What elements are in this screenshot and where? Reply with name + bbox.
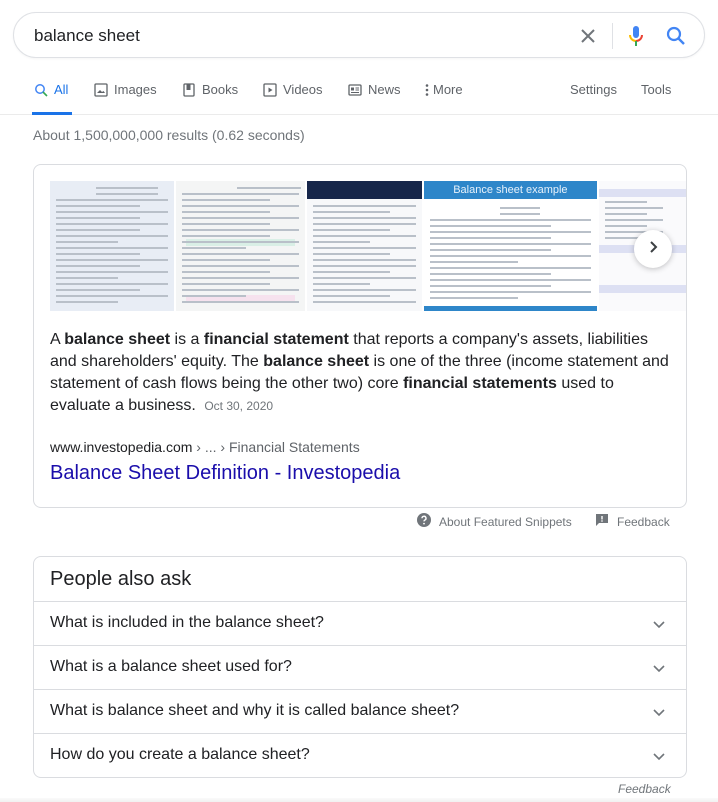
snippet-highlight: balance sheet	[64, 331, 170, 348]
play-icon	[263, 83, 277, 97]
people-also-ask-title: People also ask	[50, 568, 191, 591]
more-vert-icon	[424, 83, 430, 97]
people-also-ask: People also ask What is included in the …	[33, 556, 687, 778]
question-item[interactable]: How do you create a balance sheet?	[34, 733, 686, 777]
close-icon[interactable]	[576, 24, 600, 48]
tab-more[interactable]: More	[424, 80, 463, 115]
microphone-icon[interactable]	[624, 24, 648, 48]
snippet-highlight: balance sheet	[263, 353, 369, 370]
question-text: How do you create a balance sheet?	[50, 746, 310, 764]
tab-videos[interactable]: Videos	[263, 80, 323, 115]
question-text: What is included in the balance sheet?	[50, 614, 324, 632]
tab-label: All	[54, 80, 68, 100]
snippet-image[interactable]: Balance sheet example	[424, 181, 597, 311]
about-featured-snippets-link[interactable]: About Featured Snippets	[417, 513, 572, 530]
tools-label: Tools	[641, 80, 671, 100]
tab-label: More	[433, 80, 463, 100]
snippet-text: is a	[170, 331, 204, 348]
page-bottom-edge	[0, 798, 718, 802]
settings-label: Settings	[570, 80, 617, 100]
snippet-date: Oct 30, 2020	[204, 399, 273, 413]
carousel-next-button[interactable]	[634, 230, 672, 268]
book-icon	[182, 83, 196, 97]
tab-news[interactable]: News	[348, 80, 401, 115]
chevron-right-icon	[646, 240, 660, 259]
question-item[interactable]: What is a balance sheet used for?	[34, 645, 686, 689]
about-featured-snippets-label: About Featured Snippets	[439, 515, 572, 529]
result-title-link[interactable]: Balance Sheet Definition - Investopedia	[50, 462, 400, 485]
newspaper-icon	[348, 83, 362, 97]
help-icon	[417, 513, 431, 530]
tab-label: News	[368, 80, 401, 100]
chevron-down-icon	[652, 661, 666, 675]
image-caption: Balance sheet example	[424, 181, 597, 199]
search-bar	[13, 12, 705, 58]
result-stats: About 1,500,000,000 results (0.62 second…	[33, 127, 305, 143]
tab-all[interactable]: All	[34, 80, 68, 115]
search-input[interactable]	[34, 23, 554, 49]
chevron-down-icon	[652, 749, 666, 763]
snippet-highlight: financial statement	[204, 331, 349, 348]
featured-snippet: Balance sheet example A balance sheet is	[33, 164, 687, 508]
search-icon[interactable]	[664, 24, 688, 48]
snippet-feedback-link[interactable]: Feedback	[595, 513, 670, 530]
tools-link[interactable]: Tools	[641, 80, 671, 115]
tab-label: Videos	[283, 80, 323, 100]
tab-images[interactable]: Images	[94, 80, 157, 115]
chevron-down-icon	[652, 705, 666, 719]
image-icon	[94, 83, 108, 97]
search-icon	[34, 83, 48, 97]
snippet-highlight: financial statements	[403, 375, 557, 392]
tab-label: Images	[114, 80, 157, 100]
snippet-image[interactable]	[307, 181, 422, 311]
cite-domain: www.investopedia.com	[50, 439, 192, 455]
settings-link[interactable]: Settings	[570, 80, 617, 115]
question-item[interactable]: What is included in the balance sheet?	[34, 601, 686, 645]
chevron-down-icon	[652, 617, 666, 631]
question-text: What is a balance sheet used for?	[50, 658, 292, 676]
cite-breadcrumb: › ... › Financial Statements	[192, 439, 359, 455]
search-tabs: All Images Books Videos News More Settin…	[0, 72, 718, 115]
snippet-description: A balance sheet is a financial statement…	[50, 329, 675, 417]
question-text: What is balance sheet and why it is call…	[50, 702, 459, 720]
image-carousel: Balance sheet example	[50, 181, 687, 311]
tab-label: Books	[202, 80, 238, 100]
feedback-label: Feedback	[617, 515, 670, 529]
search-bar-divider	[612, 23, 613, 49]
feedback-icon	[595, 513, 609, 530]
tab-books[interactable]: Books	[182, 80, 238, 115]
paa-feedback-link[interactable]: Feedback	[618, 782, 671, 796]
snippet-image[interactable]	[50, 181, 174, 311]
snippet-image[interactable]	[176, 181, 305, 311]
snippet-text: A	[50, 331, 64, 348]
question-item[interactable]: What is balance sheet and why it is call…	[34, 689, 686, 733]
snippet-footer: About Featured Snippets Feedback	[0, 510, 718, 532]
result-url: www.investopedia.com › ... › Financial S…	[50, 439, 360, 455]
